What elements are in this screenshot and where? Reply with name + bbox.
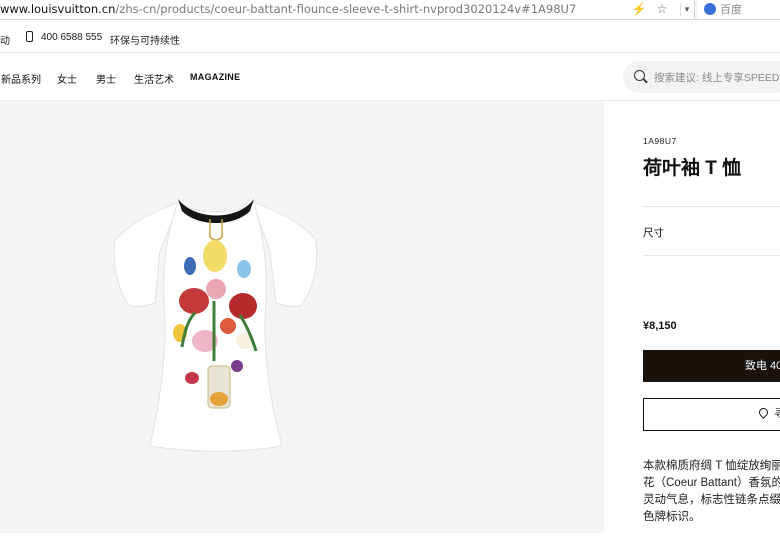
product-gallery (0, 101, 604, 533)
nav-item-men[interactable]: 男士 (96, 71, 116, 86)
call-button[interactable]: 致电 400 (643, 350, 780, 382)
nav-item-magazine[interactable]: MAGAZINE (190, 72, 240, 82)
product-price: ¥8,150 (643, 320, 677, 332)
search-engine-box[interactable]: 百度 (698, 0, 780, 19)
nav-item-art-of-living[interactable]: 生活艺术 (134, 71, 174, 86)
url-field[interactable]: www.louisvuitton.cn/zhs-cn/products/coeu… (0, 0, 695, 19)
url-path: /zhs-cn/products/coeur-battant-flounce-s… (115, 2, 577, 16)
location-pin-icon (757, 406, 770, 419)
search-icon (634, 70, 645, 81)
search-engine-placeholder: 百度 (720, 3, 742, 16)
star-icon[interactable]: ☆ (654, 1, 670, 17)
size-selector[interactable]: 尺寸 (643, 225, 664, 240)
url-domain: www.louisvuitton.cn (0, 2, 116, 16)
main-nav: 新品系列 女士 男士 生活艺术 MAGAZINE 搜索建议: 线上专享SPEED… (0, 53, 780, 101)
product-image[interactable] (0, 101, 604, 533)
product-details: 1A98U7 荷叶袖 T 恤 尺寸 ¥8,150 致电 400 寻 本款棉质府绸… (604, 101, 780, 533)
product-description: 本款棉质府绸 T 恤绽放绚丽花（Coeur Battant）香氛的灵动气息，标志… (643, 460, 780, 523)
nav-item-women[interactable]: 女士 (57, 71, 77, 86)
phone-number-link[interactable]: 400 6588 555 (41, 32, 102, 43)
lightning-icon[interactable]: ⚡ (631, 1, 647, 17)
site-search-input[interactable]: 搜索建议: 线上专享SPEEDY (623, 61, 780, 93)
nav-item-new[interactable]: 新品系列 (1, 71, 41, 86)
find-store-label: 寻 (774, 408, 780, 420)
dropdown-icon[interactable]: ▾ (680, 3, 693, 16)
sustainability-link[interactable]: 环保与可持续性 (110, 32, 180, 47)
phone-icon (26, 31, 33, 42)
search-placeholder: 搜索建议: 线上专享SPEEDY (654, 72, 780, 84)
browser-address-bar: www.louisvuitton.cn/zhs-cn/products/coeu… (0, 0, 780, 20)
divider (643, 255, 780, 256)
utility-cut-text: 动 (0, 36, 10, 47)
product-title: 荷叶袖 T 恤 (643, 158, 742, 179)
utility-bar: 动 400 6588 555 环保与可持续性 (0, 20, 780, 53)
baidu-paw-icon (704, 3, 716, 15)
find-store-button[interactable]: 寻 (643, 398, 780, 431)
divider (643, 206, 780, 207)
product-sku: 1A98U7 (643, 136, 677, 146)
